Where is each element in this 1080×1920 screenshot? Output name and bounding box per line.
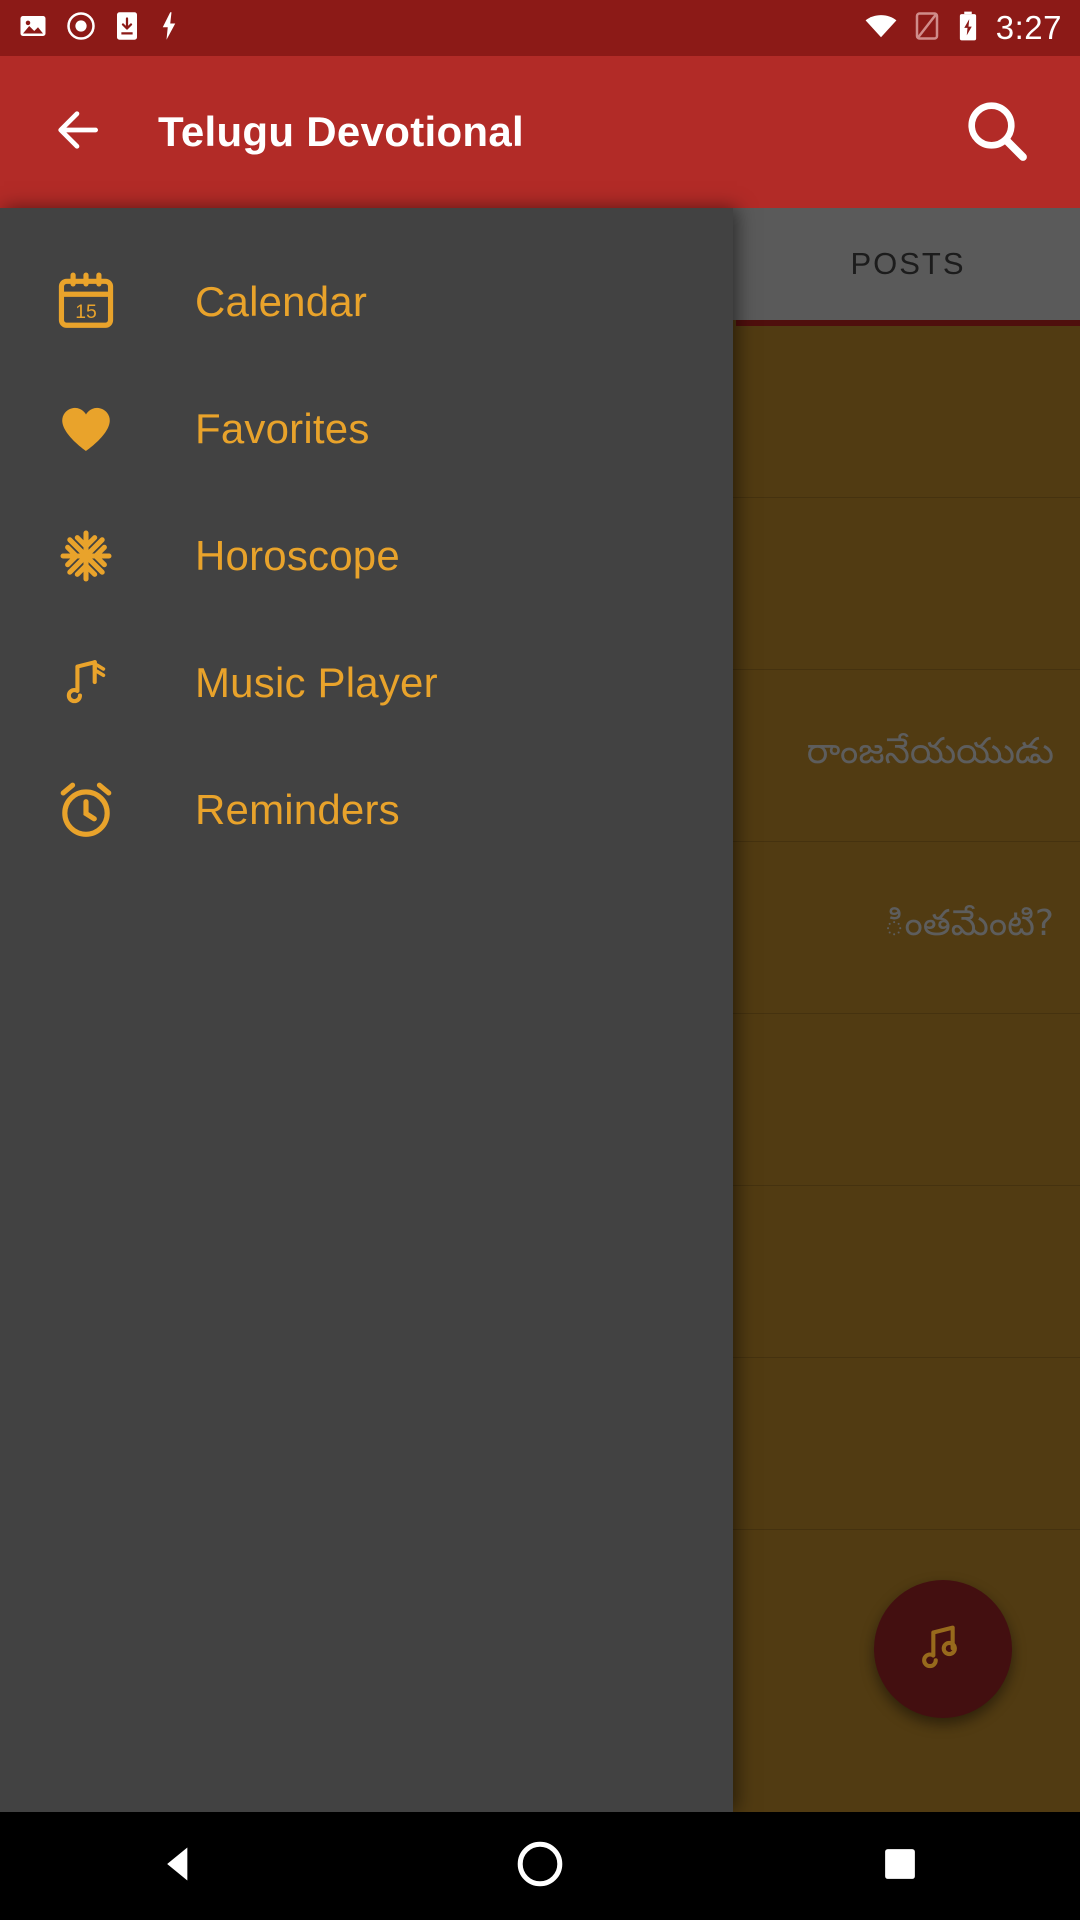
drawer-item-calendar[interactable]: 15 Calendar (0, 238, 733, 365)
search-button[interactable] (958, 94, 1034, 170)
flash-icon (158, 11, 180, 46)
back-button[interactable] (46, 101, 108, 163)
navigation-drawer: 15 Calendar Favorites Horoscope Music Pl… (0, 208, 733, 1812)
nav-back-button[interactable] (120, 1812, 240, 1920)
app-bar: Telugu Devotional (0, 56, 1080, 208)
drawer-item-music-player[interactable]: Music Player (0, 619, 733, 746)
drawer-item-label: Music Player (195, 658, 438, 706)
triangle-back-icon (158, 1842, 202, 1891)
wifi-icon (864, 12, 898, 45)
drawer-item-label: Favorites (195, 404, 370, 452)
drawer-item-reminders[interactable]: Reminders (0, 746, 733, 873)
square-recents-icon (879, 1843, 921, 1890)
drawer-item-label: Calendar (195, 277, 368, 325)
back-arrow-icon (49, 102, 105, 163)
record-icon (66, 11, 96, 46)
calendar-icon: 15 (44, 260, 128, 344)
status-bar: 3:27 (0, 0, 1080, 56)
music-note-icon (44, 641, 128, 725)
heart-icon (44, 387, 128, 471)
svg-text:15: 15 (75, 301, 97, 323)
page-title: Telugu Devotional (158, 108, 524, 155)
status-bar-right-icons: 3:27 (864, 9, 1062, 47)
status-bar-left-icons (18, 11, 180, 46)
nav-recents-button[interactable] (840, 1812, 960, 1920)
horoscope-star-icon (44, 514, 128, 598)
alarm-clock-icon (44, 768, 128, 852)
drawer-item-favorites[interactable]: Favorites (0, 365, 733, 492)
drawer-item-label: Reminders (195, 785, 400, 833)
drawer-item-horoscope[interactable]: Horoscope (0, 492, 733, 619)
system-navigation-bar (0, 1812, 1080, 1920)
circle-home-icon (515, 1839, 565, 1894)
sim-off-icon (914, 11, 940, 46)
status-clock: 3:27 (995, 9, 1062, 46)
download-app-icon (114, 11, 140, 46)
phone-screen: 3:27 Telugu Devotional POSTS రాంజనేయయుడు… (0, 0, 1080, 1920)
image-icon (18, 11, 48, 46)
search-icon (960, 94, 1032, 171)
battery-charging-icon (956, 11, 980, 46)
drawer-item-label: Horoscope (195, 531, 400, 579)
nav-home-button[interactable] (480, 1812, 600, 1920)
